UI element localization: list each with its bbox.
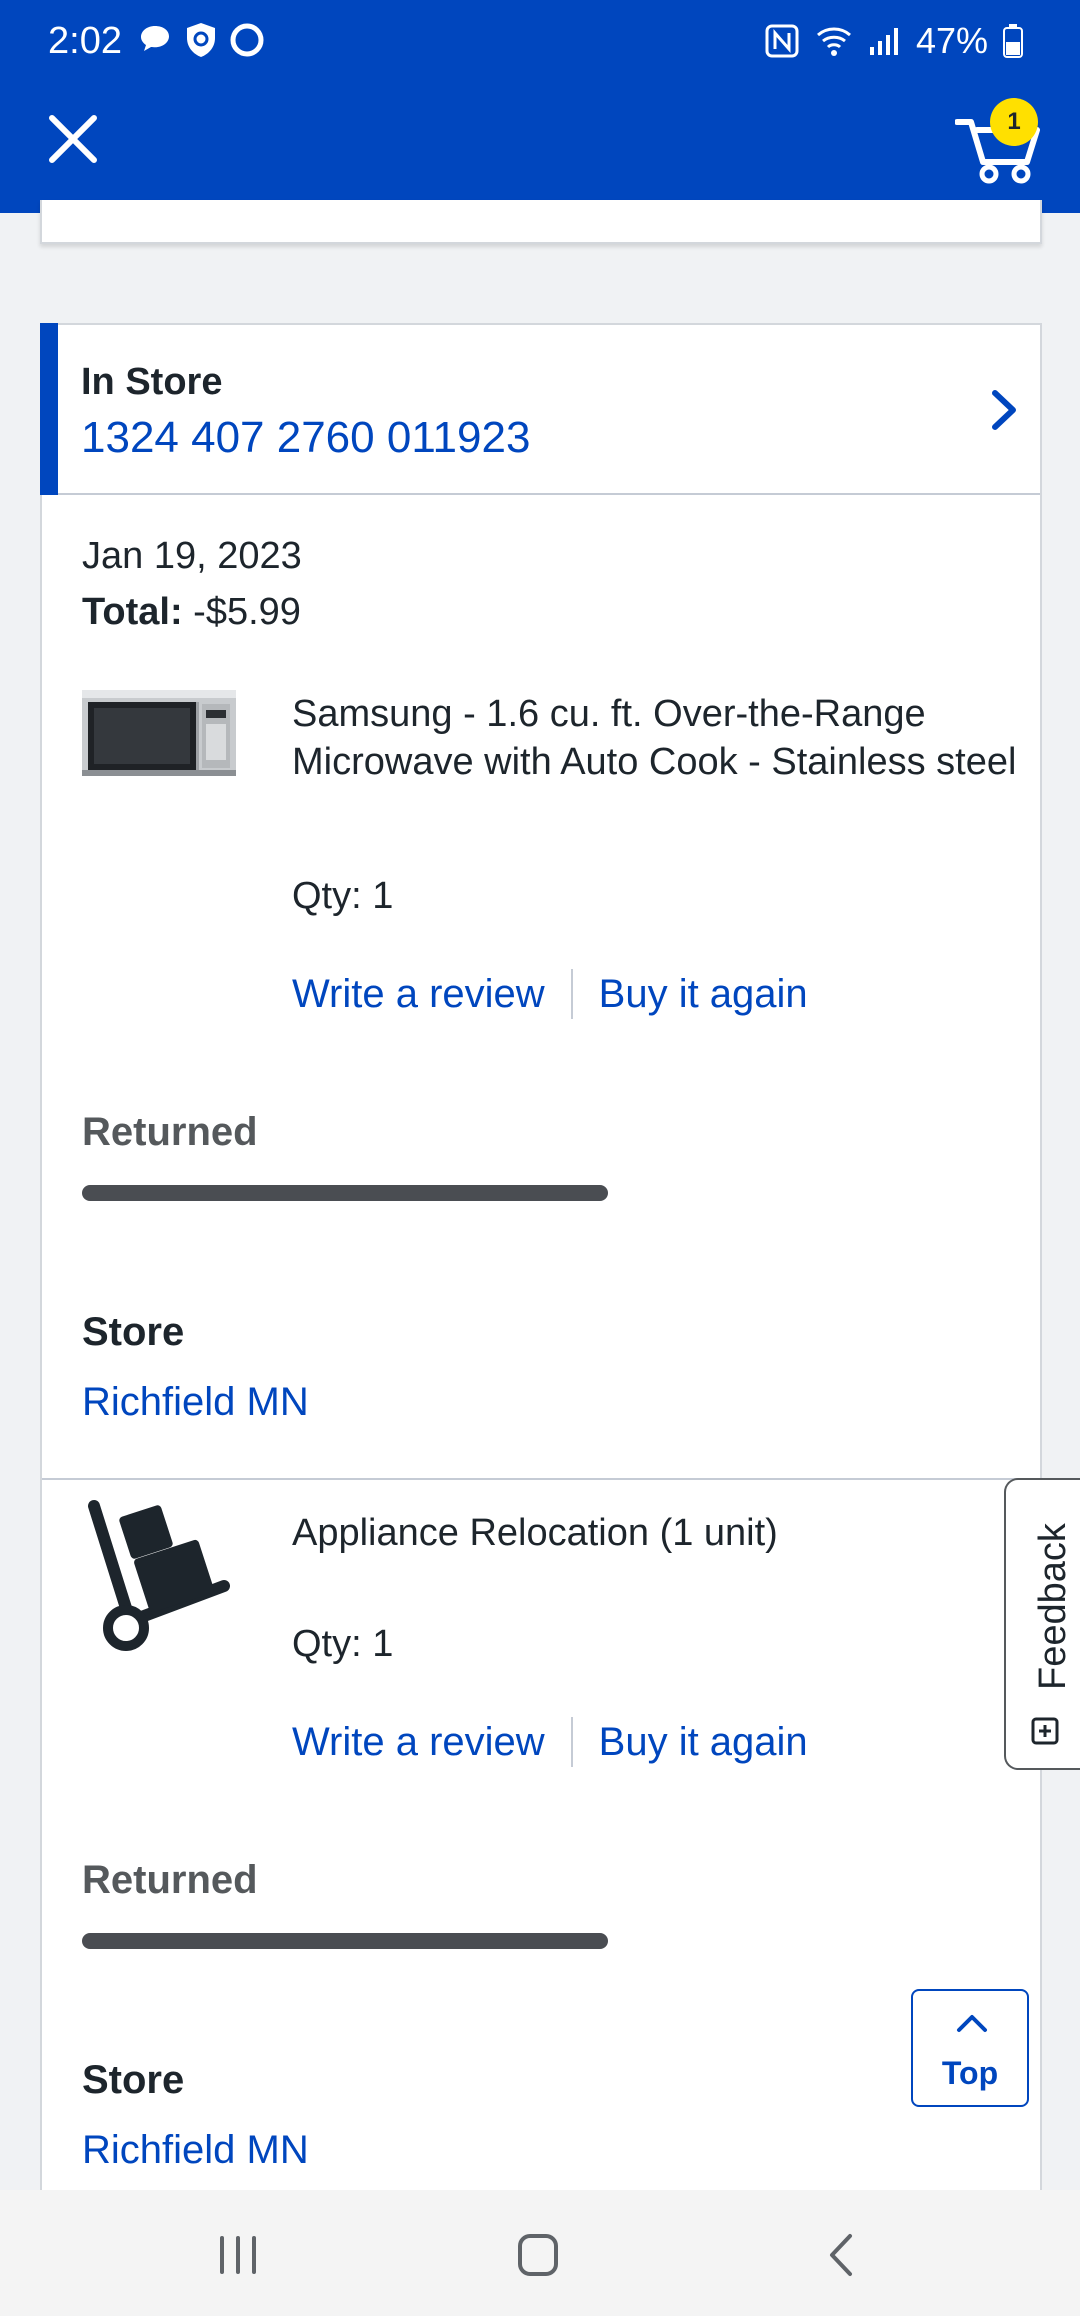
status-progress-bar — [82, 1185, 608, 1201]
item-status: Returned — [82, 1110, 258, 1154]
item-qty: Qty: 1 — [292, 1623, 394, 1665]
signal-icon — [869, 28, 898, 55]
order-type: In Store — [81, 361, 223, 403]
link-separator — [570, 1717, 573, 1767]
shield-icon — [187, 23, 215, 57]
order-number: 1324 407 2760 011923 — [81, 413, 531, 462]
feedback-tab[interactable]: Feedback — [1004, 1478, 1080, 1770]
chat-icon — [141, 26, 169, 51]
item-name[interactable]: Appliance Relocation (1 unit) — [292, 1509, 1032, 1557]
chevron-up-icon — [957, 2015, 987, 2032]
feedback-plus-icon — [1031, 1717, 1059, 1745]
circle-icon — [230, 23, 264, 57]
previous-order-card — [40, 200, 1042, 244]
cart-count-badge: 1 — [990, 98, 1038, 146]
battery-icon — [1003, 24, 1023, 58]
buy-again-link[interactable]: Buy it again — [599, 972, 808, 1017]
total-label: Total: — [82, 591, 183, 633]
system-nav-bar — [0, 2190, 1080, 2316]
microwave-image[interactable] — [82, 690, 236, 776]
back-icon[interactable] — [812, 2230, 872, 2280]
order-header[interactable]: In Store 1324 407 2760 011923 — [40, 323, 1040, 495]
store-link[interactable]: Richfield MN — [82, 1380, 309, 1425]
order-card: In Store 1324 407 2760 011923 Jan 19, 20… — [40, 323, 1042, 2316]
recent-apps-icon[interactable] — [208, 2230, 268, 2280]
item-actions: Write a review Buy it again — [292, 1717, 808, 1767]
item-qty: Qty: 1 — [292, 875, 394, 917]
order-accent-bar — [40, 323, 58, 495]
wifi-icon — [816, 27, 851, 56]
back-to-top-button[interactable]: Top — [911, 1989, 1029, 2107]
app-header: 2:02 47% 1 — [0, 0, 1080, 213]
item-actions: Write a review Buy it again — [292, 969, 808, 1019]
write-review-link[interactable]: Write a review — [292, 972, 545, 1017]
battery-percent: 47% — [915, 20, 988, 61]
home-icon[interactable] — [508, 2230, 568, 2280]
chevron-right-icon[interactable] — [987, 385, 1021, 435]
close-icon[interactable] — [40, 106, 106, 172]
status-progress-bar — [82, 1933, 608, 1949]
system-status: 47% — [764, 18, 1024, 64]
item-status: Returned — [82, 1858, 258, 1902]
store-label: Store — [82, 2058, 185, 2102]
status-time: 2:02 — [48, 20, 122, 62]
order-total: Total: -$5.99 — [82, 591, 301, 634]
store-label: Store — [82, 1310, 185, 1354]
top-label: Top — [941, 2055, 999, 2091]
total-value: -$5.99 — [193, 591, 301, 633]
item-divider — [42, 1478, 1040, 1480]
feedback-label: Feedback — [1032, 1523, 1074, 1690]
item-name[interactable]: Samsung - 1.6 cu. ft. Over-the-Range Mic… — [292, 690, 1032, 786]
store-link[interactable]: Richfield MN — [82, 2128, 309, 2173]
buy-again-link[interactable]: Buy it again — [599, 1720, 808, 1765]
notification-icons — [135, 20, 267, 60]
link-separator — [570, 969, 573, 1019]
hand-truck-icon[interactable] — [84, 1490, 234, 1660]
write-review-link[interactable]: Write a review — [292, 1720, 545, 1765]
order-date: Jan 19, 2023 — [82, 535, 302, 577]
nfc-icon — [765, 24, 799, 58]
